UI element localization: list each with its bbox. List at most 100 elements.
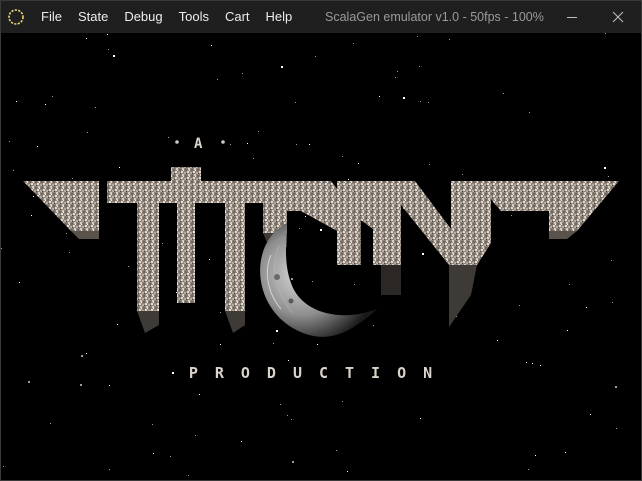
menu-help[interactable]: Help <box>258 1 301 33</box>
star <box>276 330 278 332</box>
star <box>69 252 70 253</box>
star <box>291 278 293 280</box>
star <box>511 215 512 216</box>
star <box>315 56 316 57</box>
minimize-icon <box>567 17 577 18</box>
menu-debug[interactable]: Debug <box>116 1 170 33</box>
star <box>28 381 30 383</box>
star <box>317 344 318 345</box>
star <box>354 284 355 285</box>
star <box>403 97 405 99</box>
game-screen[interactable]: A PRODUCTION <box>1 33 641 480</box>
menu-cart[interactable]: Cart <box>217 1 258 33</box>
star <box>247 143 248 144</box>
star <box>153 453 154 454</box>
star <box>81 355 83 357</box>
star <box>188 475 189 476</box>
window-controls <box>549 1 641 33</box>
star <box>309 144 310 145</box>
star <box>86 353 87 354</box>
close-icon <box>612 11 624 23</box>
star <box>519 305 520 306</box>
star <box>379 96 380 97</box>
star <box>3 466 4 467</box>
window-title: ScalaGen emulator v1.0 - 50fps - 100% <box>325 10 544 24</box>
star <box>608 176 609 177</box>
star <box>612 302 613 303</box>
star <box>292 461 294 463</box>
star <box>152 424 153 425</box>
star <box>113 55 115 57</box>
menu-bar: File State Debug Tools Cart Help <box>33 1 300 33</box>
title-bar: File State Debug Tools Cart Help ScalaGe… <box>1 1 641 33</box>
star <box>299 228 300 229</box>
star <box>569 284 570 285</box>
star <box>199 394 200 395</box>
star <box>170 456 171 457</box>
menu-state[interactable]: State <box>70 1 116 33</box>
star <box>119 167 120 168</box>
star <box>532 363 533 364</box>
star <box>529 112 530 113</box>
star <box>358 163 359 164</box>
menu-tools[interactable]: Tools <box>171 1 217 33</box>
star <box>87 132 88 133</box>
star <box>296 144 297 145</box>
star <box>312 281 313 282</box>
star <box>320 229 322 231</box>
star <box>291 419 292 420</box>
star <box>108 49 109 50</box>
star <box>209 259 210 260</box>
minimize-button[interactable] <box>549 1 595 33</box>
star <box>565 452 566 453</box>
star <box>258 131 259 132</box>
star <box>417 36 418 37</box>
star <box>604 167 606 169</box>
app-icon[interactable] <box>1 1 31 33</box>
star <box>287 415 288 416</box>
star <box>31 215 32 216</box>
subtitle-production: PRODUCTION <box>189 364 432 382</box>
star <box>109 385 110 386</box>
star <box>217 79 218 80</box>
emulator-window: File State Debug Tools Cart Help ScalaGe… <box>0 0 642 481</box>
star <box>605 33 606 34</box>
star <box>86 38 87 39</box>
star <box>9 141 10 142</box>
star <box>347 471 348 472</box>
star <box>429 164 430 165</box>
star <box>526 362 527 363</box>
star <box>211 45 212 46</box>
star <box>586 307 587 308</box>
star <box>109 469 110 470</box>
star <box>230 144 231 145</box>
star <box>535 455 536 456</box>
star <box>342 401 343 402</box>
star <box>428 102 429 103</box>
star <box>497 340 498 341</box>
close-button[interactable] <box>595 1 641 33</box>
game-canvas: A PRODUCTION <box>1 33 641 480</box>
star <box>420 418 421 419</box>
star <box>220 312 221 313</box>
star <box>590 414 591 415</box>
star <box>13 170 14 171</box>
star <box>128 266 129 267</box>
star <box>288 360 289 361</box>
star <box>16 101 17 102</box>
star <box>242 73 243 74</box>
star <box>462 174 463 175</box>
menu-file[interactable]: File <box>33 1 70 33</box>
star <box>420 101 421 102</box>
star <box>253 158 254 159</box>
star <box>95 107 96 108</box>
star <box>422 253 424 255</box>
star <box>72 178 73 179</box>
star <box>168 137 169 138</box>
star <box>19 282 20 283</box>
star <box>449 39 450 40</box>
star <box>195 435 196 436</box>
star <box>172 372 174 374</box>
star <box>567 330 568 331</box>
star <box>162 243 163 244</box>
